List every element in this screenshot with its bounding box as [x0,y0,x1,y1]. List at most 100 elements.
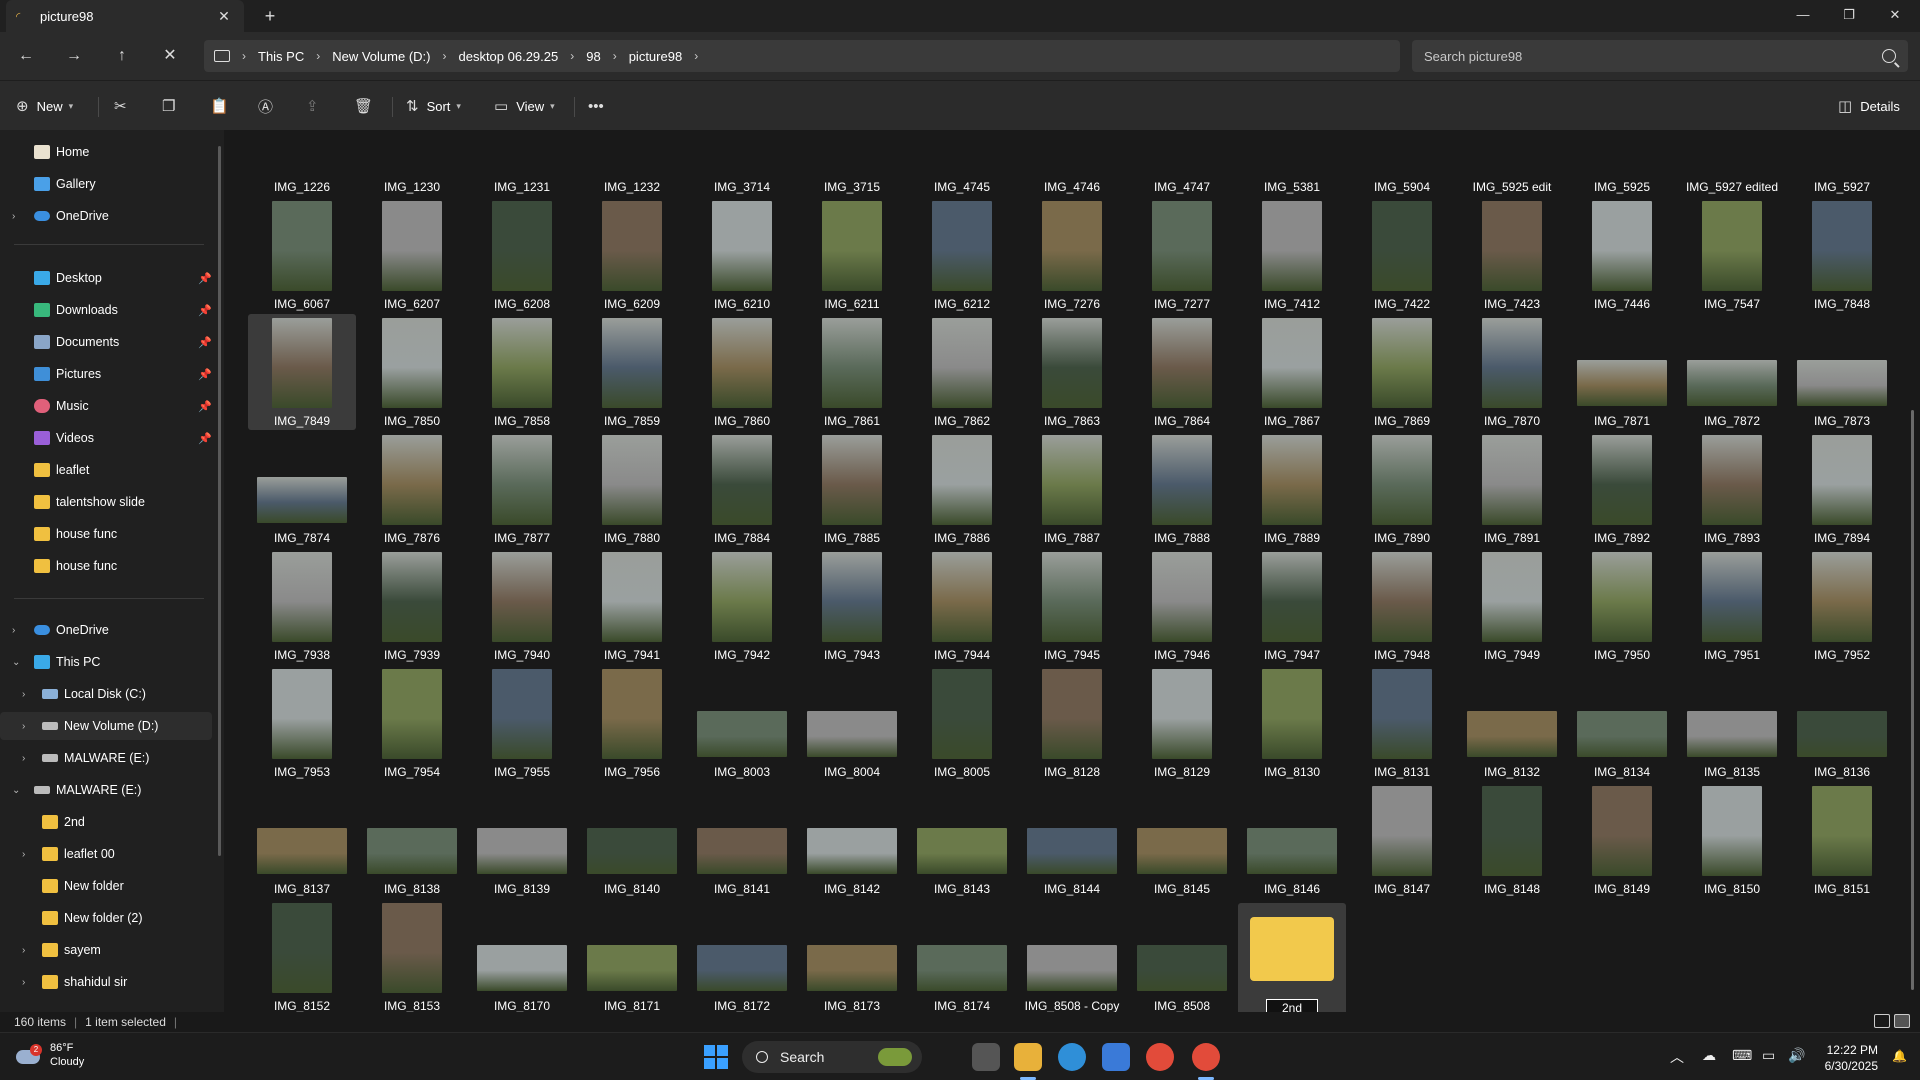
file-item[interactable]: IMG_7858 [468,314,576,430]
file-item[interactable]: IMG_8129 [1128,665,1236,781]
file-item[interactable]: IMG_7887 [1018,431,1126,547]
folder-item-renaming[interactable]: 2nd [1238,903,1346,1012]
file-item[interactable]: IMG_7953 [248,665,356,781]
file-item[interactable]: IMG_7849 [248,314,356,430]
show-hidden-icons[interactable]: ︿ [1670,1047,1684,1067]
file-item[interactable]: IMG_8139 [468,782,576,898]
file-item[interactable]: IMG_8140 [578,782,686,898]
sidebar-item-talentshow-slide[interactable]: talentshow slide [0,488,212,516]
file-item[interactable]: IMG_7850 [358,314,466,430]
breadcrumb-new-volume[interactable]: New Volume (D:) [332,49,430,64]
file-item[interactable]: IMG_7859 [578,314,686,430]
file-item[interactable]: IMG_8508 [1128,899,1236,1012]
file-item[interactable]: IMG_6211 [798,197,906,313]
details-view-icon[interactable] [1874,1014,1890,1028]
file-item[interactable]: IMG_8136 [1788,665,1896,781]
file-item[interactable]: IMG_5927 [1788,130,1896,196]
sidebar-item-shahidul-sir[interactable]: › shahidul sir [0,968,212,996]
file-item[interactable]: IMG_7955 [468,665,576,781]
tab-picture98[interactable]: ◜ picture98 ✕ [6,0,244,32]
file-item[interactable]: IMG_8153 [358,899,466,1012]
file-item[interactable]: IMG_8141 [688,782,796,898]
file-item[interactable]: IMG_8135 [1678,665,1786,781]
file-item[interactable]: IMG_7880 [578,431,686,547]
file-item[interactable]: IMG_7861 [798,314,906,430]
details-button[interactable]: ◫ Details [1838,93,1900,119]
file-item[interactable]: IMG_7870 [1458,314,1566,430]
file-item[interactable]: IMG_3714 [688,130,796,196]
file-item[interactable]: IMG_5927 edited [1678,130,1786,196]
file-item[interactable]: IMG_5925 [1568,130,1676,196]
file-item[interactable]: IMG_8146 [1238,782,1346,898]
sidebar-item-desktop[interactable]: Desktop 📌 [0,264,212,292]
file-item[interactable]: IMG_8150 [1678,782,1786,898]
file-item[interactable]: IMG_7891 [1458,431,1566,547]
file-item[interactable]: IMG_6209 [578,197,686,313]
file-item[interactable]: IMG_8142 [798,782,906,898]
file-item[interactable]: IMG_7884 [688,431,796,547]
file-item[interactable]: IMG_1231 [468,130,576,196]
sidebar-item-house-func-2[interactable]: house func [0,552,212,580]
file-explorer-icon[interactable] [1014,1043,1042,1071]
file-item[interactable]: IMG_8128 [1018,665,1126,781]
breadcrumb-chevron-icon[interactable]: › [694,49,698,63]
file-item[interactable]: IMG_8130 [1238,665,1346,781]
file-item[interactable]: IMG_8138 [358,782,466,898]
file-item[interactable]: IMG_7874 [248,431,356,547]
file-item[interactable]: IMG_8148 [1458,782,1566,898]
stop-button[interactable]: ✕ [156,42,184,70]
file-item[interactable]: IMG_7944 [908,548,1016,664]
file-item[interactable]: IMG_5904 [1348,130,1456,196]
file-item[interactable]: IMG_8172 [688,899,796,1012]
sidebar-item-onedrive[interactable]: › OneDrive [0,616,212,644]
restore-button[interactable]: ❐ [1826,0,1872,32]
back-button[interactable]: ← [12,42,40,70]
file-item[interactable]: IMG_7956 [578,665,686,781]
view-button[interactable]: ▭ View ▾ [494,93,555,119]
search-box[interactable]: Search picture98 [1412,40,1908,72]
store-icon[interactable] [1102,1043,1130,1071]
minimize-button[interactable]: — [1780,0,1826,32]
file-item[interactable]: IMG_8152 [248,899,356,1012]
file-item[interactable]: IMG_1226 [248,130,356,196]
file-item[interactable]: IMG_8132 [1458,665,1566,781]
file-item[interactable]: IMG_7412 [1238,197,1346,313]
share-button[interactable]: ⇪ [306,93,327,119]
file-item[interactable]: IMG_3715 [798,130,906,196]
chrome-icon[interactable] [1146,1043,1174,1071]
file-item[interactable]: IMG_8005 [908,665,1016,781]
more-options-button[interactable]: ••• [588,93,612,119]
file-item[interactable]: IMG_4745 [908,130,1016,196]
file-item[interactable]: IMG_7943 [798,548,906,664]
file-item[interactable]: IMG_7893 [1678,431,1786,547]
breadcrumb-98[interactable]: 98 [586,49,600,64]
breadcrumb-desktop-folder[interactable]: desktop 06.29.25 [458,49,558,64]
close-window-button[interactable]: ✕ [1872,0,1918,32]
chrome-profile-icon[interactable] [1192,1043,1220,1071]
close-tab-icon[interactable]: ✕ [214,6,234,26]
file-item[interactable]: IMG_8144 [1018,782,1126,898]
up-button[interactable]: ↑ [108,42,136,70]
file-item[interactable]: IMG_8508 - Copy [1018,899,1126,1012]
file-item[interactable]: IMG_8134 [1568,665,1676,781]
file-item[interactable]: IMG_7277 [1128,197,1236,313]
start-button[interactable] [704,1045,728,1069]
file-item[interactable]: IMG_7945 [1018,548,1126,664]
copy-button[interactable]: ❐ [162,93,183,119]
file-item[interactable]: IMG_7547 [1678,197,1786,313]
cut-button[interactable]: ✂ [114,93,135,119]
file-item[interactable]: IMG_7876 [358,431,466,547]
sidebar-item-onedrive-personal[interactable]: › OneDrive [0,202,212,230]
file-item[interactable]: IMG_7867 [1238,314,1346,430]
file-item[interactable]: IMG_7946 [1128,548,1236,664]
file-item[interactable]: IMG_7940 [468,548,576,664]
file-item[interactable]: IMG_7886 [908,431,1016,547]
file-item[interactable]: IMG_8004 [798,665,906,781]
file-item[interactable]: IMG_6210 [688,197,796,313]
file-item[interactable]: IMG_8147 [1348,782,1456,898]
sidebar-item-house-func[interactable]: house func [0,520,212,548]
file-item[interactable]: IMG_8131 [1348,665,1456,781]
file-item[interactable]: IMG_7938 [248,548,356,664]
file-item[interactable]: IMG_7877 [468,431,576,547]
file-item[interactable]: IMG_7894 [1788,431,1896,547]
